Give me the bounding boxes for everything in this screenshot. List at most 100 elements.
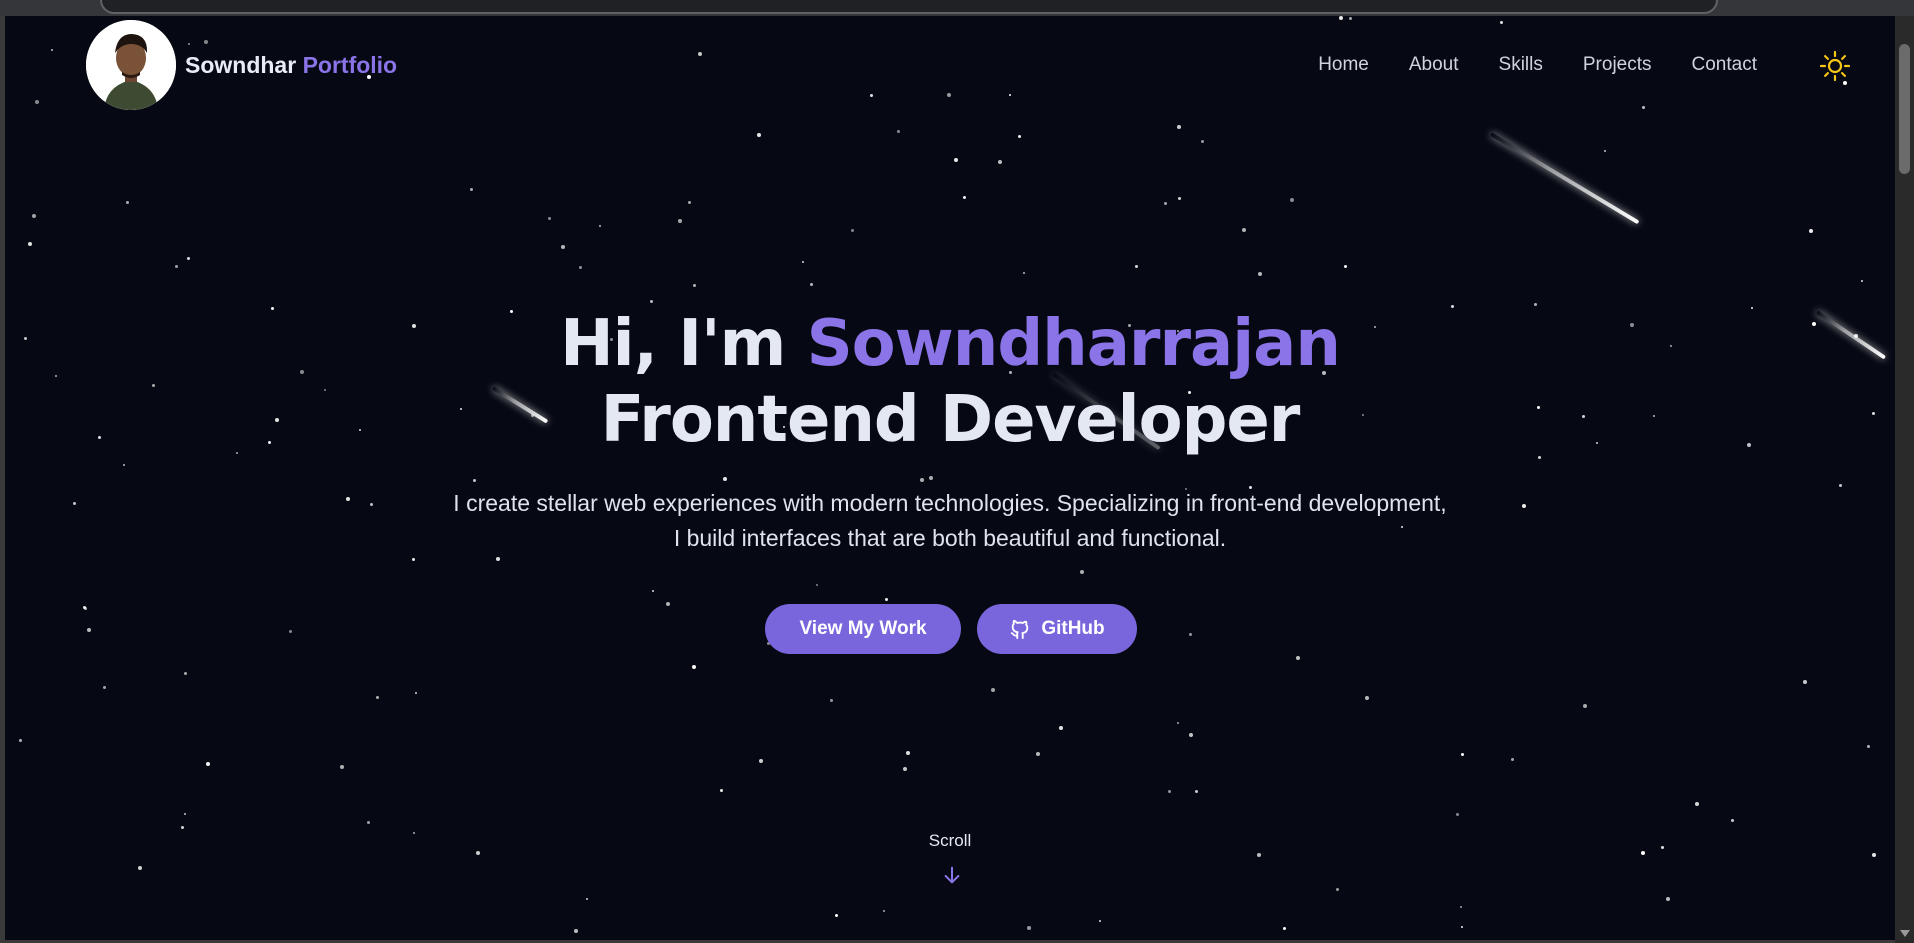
view-my-work-button[interactable]: View My Work bbox=[765, 604, 961, 654]
profile-photo bbox=[86, 20, 176, 110]
star bbox=[103, 686, 106, 689]
star bbox=[138, 866, 142, 870]
hero-name: Sowndharrajan bbox=[806, 307, 1341, 381]
star bbox=[802, 261, 804, 263]
star bbox=[1059, 726, 1063, 730]
star bbox=[340, 765, 344, 769]
hero-description: I create stellar web experiences with mo… bbox=[453, 490, 1447, 551]
star bbox=[720, 789, 723, 792]
avatar[interactable] bbox=[86, 20, 176, 110]
star bbox=[83, 606, 86, 609]
star bbox=[998, 160, 1002, 164]
star bbox=[574, 929, 578, 933]
brand-accent: Portfolio bbox=[302, 52, 398, 78]
star bbox=[586, 898, 588, 900]
star bbox=[954, 158, 958, 162]
star bbox=[1189, 733, 1193, 737]
star bbox=[1456, 813, 1459, 816]
star bbox=[1839, 484, 1842, 487]
star bbox=[1460, 906, 1462, 908]
star bbox=[757, 133, 761, 137]
scroll-label[interactable]: Scroll bbox=[5, 831, 1895, 851]
star bbox=[991, 688, 995, 692]
star bbox=[1177, 722, 1179, 724]
brand-logo[interactable]: Sowndhar Portfolio bbox=[185, 52, 397, 79]
arrow-down-icon[interactable] bbox=[941, 864, 963, 886]
star bbox=[1604, 150, 1606, 152]
nav-link-home[interactable]: Home bbox=[1318, 54, 1369, 76]
star bbox=[470, 188, 473, 191]
star bbox=[1666, 897, 1670, 901]
star bbox=[28, 242, 32, 246]
star bbox=[415, 692, 417, 694]
star bbox=[1461, 753, 1464, 756]
nav-link-about[interactable]: About bbox=[1409, 54, 1459, 76]
star bbox=[929, 476, 933, 480]
github-button[interactable]: GitHub bbox=[977, 604, 1137, 654]
star bbox=[181, 826, 184, 829]
star bbox=[476, 851, 480, 855]
nav-link-contact[interactable]: Contact bbox=[1692, 54, 1757, 76]
star bbox=[73, 502, 76, 505]
star bbox=[693, 284, 696, 287]
browser-toolbar bbox=[0, 0, 1914, 16]
star bbox=[885, 598, 888, 601]
star bbox=[579, 266, 582, 269]
hero-heading: Hi, I'm Sowndharrajan Frontend Developer bbox=[5, 306, 1895, 458]
star bbox=[1036, 752, 1040, 756]
github-icon bbox=[1011, 619, 1029, 640]
star bbox=[830, 699, 833, 702]
star bbox=[723, 477, 727, 481]
star bbox=[1344, 265, 1347, 268]
star bbox=[376, 696, 379, 699]
theme-toggle-button[interactable] bbox=[1819, 50, 1851, 82]
navbar: Sowndhar Portfolio Home About Skills Pro… bbox=[5, 16, 1895, 116]
star bbox=[1861, 280, 1863, 282]
star bbox=[906, 751, 910, 755]
star bbox=[599, 225, 601, 227]
star bbox=[473, 479, 476, 482]
star bbox=[1258, 272, 1262, 276]
star bbox=[1867, 745, 1870, 748]
star bbox=[1872, 853, 1876, 857]
star bbox=[1803, 680, 1807, 684]
star bbox=[1641, 851, 1645, 855]
star bbox=[1296, 656, 1300, 660]
nav-link-projects[interactable]: Projects bbox=[1583, 54, 1652, 76]
star bbox=[688, 201, 691, 204]
star bbox=[1201, 140, 1204, 143]
star bbox=[1336, 888, 1339, 891]
star bbox=[496, 557, 500, 561]
star bbox=[1177, 125, 1181, 129]
star bbox=[851, 229, 854, 232]
star bbox=[187, 257, 190, 260]
star bbox=[1731, 819, 1734, 822]
star bbox=[206, 762, 210, 766]
sun-icon bbox=[1819, 50, 1851, 82]
scroll-down-icon[interactable] bbox=[1900, 930, 1910, 937]
star bbox=[1283, 927, 1286, 930]
nav-link-skills[interactable]: Skills bbox=[1499, 54, 1543, 76]
star bbox=[1023, 272, 1025, 274]
star bbox=[1522, 504, 1526, 508]
star bbox=[759, 759, 763, 763]
star bbox=[346, 497, 350, 501]
address-bar[interactable] bbox=[100, 0, 1718, 14]
star bbox=[963, 196, 966, 199]
star bbox=[412, 558, 415, 561]
star bbox=[367, 821, 370, 824]
star bbox=[1080, 570, 1084, 574]
scrollbar-thumb[interactable] bbox=[1899, 44, 1910, 174]
star bbox=[19, 739, 22, 742]
star bbox=[666, 602, 670, 606]
star bbox=[175, 265, 178, 268]
page-scrollbar[interactable] bbox=[1895, 16, 1914, 943]
star bbox=[1018, 135, 1021, 138]
star bbox=[289, 630, 292, 633]
star bbox=[184, 672, 187, 675]
star bbox=[1135, 265, 1138, 268]
star bbox=[1290, 198, 1294, 202]
star bbox=[1178, 197, 1181, 200]
star bbox=[678, 219, 682, 223]
star bbox=[123, 464, 125, 466]
